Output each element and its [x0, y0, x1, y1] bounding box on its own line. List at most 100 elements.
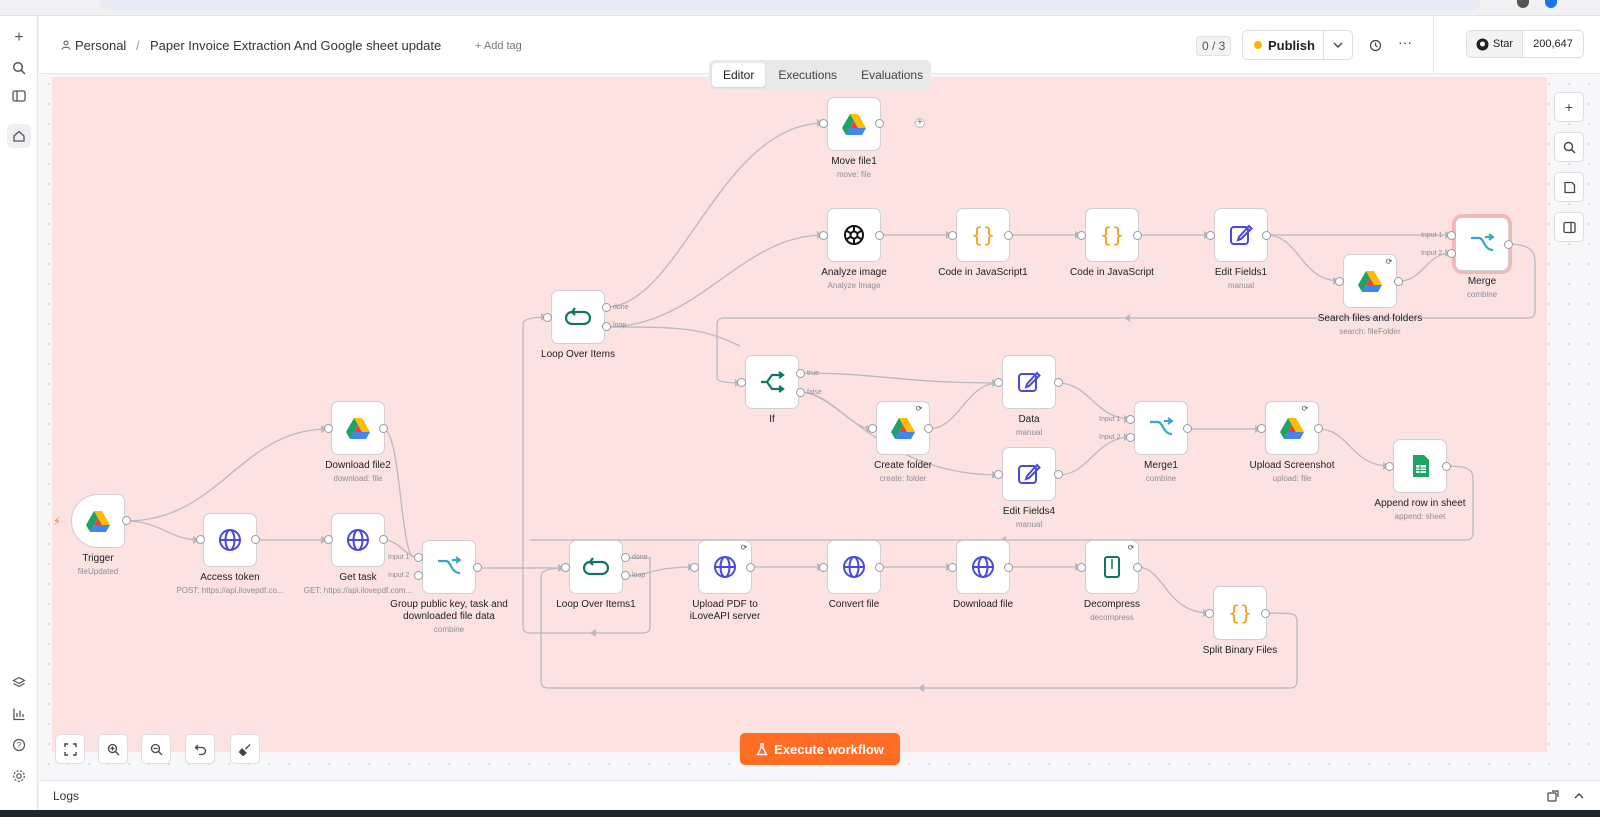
github-star-widget[interactable]: Star 200,647: [1466, 30, 1584, 58]
input-port[interactable]: [1447, 249, 1456, 258]
input-port[interactable]: [868, 424, 877, 433]
input-port[interactable]: [1335, 277, 1344, 286]
output-port[interactable]: [621, 571, 630, 580]
input-port[interactable]: [1077, 231, 1086, 240]
output-port[interactable]: [924, 424, 933, 433]
input-port[interactable]: [1385, 462, 1394, 471]
add-tag-link[interactable]: + Add tag: [475, 40, 522, 52]
output-port[interactable]: [251, 535, 260, 544]
output-port[interactable]: [875, 563, 884, 572]
workflow-title[interactable]: Paper Invoice Extraction And Google shee…: [150, 38, 441, 53]
output-port[interactable]: [621, 553, 630, 562]
help-icon[interactable]: ?: [7, 733, 31, 757]
input-port[interactable]: [1077, 563, 1086, 572]
input-port[interactable]: [1126, 433, 1135, 442]
input-port[interactable]: [1206, 231, 1215, 240]
node-loop-over-items[interactable]: [551, 290, 605, 344]
tidy-up-button[interactable]: [230, 734, 260, 764]
node-merge[interactable]: [1455, 217, 1509, 271]
output-port[interactable]: [875, 119, 884, 128]
zoom-out-button[interactable]: [141, 734, 171, 764]
node-upload-screenshot[interactable]: [1265, 401, 1319, 455]
node-code-javascript1[interactable]: [956, 208, 1010, 262]
output-port[interactable]: [1054, 378, 1063, 387]
output-port[interactable]: [746, 563, 755, 572]
input-port[interactable]: [414, 553, 423, 562]
zoom-in-button[interactable]: [98, 734, 128, 764]
sticky-note-button[interactable]: [1554, 172, 1584, 202]
input-port[interactable]: [196, 535, 205, 544]
input-port[interactable]: [994, 378, 1003, 387]
output-port[interactable]: [1004, 231, 1013, 240]
output-port[interactable]: [1394, 277, 1403, 286]
tab-executions[interactable]: Executions: [767, 63, 848, 87]
input-port[interactable]: [690, 563, 699, 572]
output-port[interactable]: [1314, 424, 1323, 433]
pop-out-icon[interactable]: [1547, 789, 1559, 807]
output-port[interactable]: [796, 388, 805, 397]
output-port[interactable]: [1183, 424, 1192, 433]
output-port[interactable]: [796, 369, 805, 378]
input-port[interactable]: [414, 571, 423, 580]
zoom-to-fit-button[interactable]: [55, 734, 85, 764]
node-merge1[interactable]: [1134, 401, 1188, 455]
output-port[interactable]: [1261, 609, 1270, 618]
node-convert-file[interactable]: [827, 540, 881, 594]
output-port[interactable]: [1133, 231, 1142, 240]
address-bar[interactable]: [100, 0, 1480, 10]
undo-button[interactable]: [185, 734, 215, 764]
input-port[interactable]: [1447, 231, 1456, 240]
node-get-task[interactable]: [331, 513, 385, 567]
input-port[interactable]: [737, 378, 746, 387]
node-analyze-image[interactable]: [827, 208, 881, 262]
output-port[interactable]: [602, 303, 611, 312]
input-port[interactable]: [819, 119, 828, 128]
panel-toggle-button[interactable]: [1554, 212, 1584, 242]
node-loop-over-items1[interactable]: [569, 540, 623, 594]
node-edit-fields4[interactable]: [1002, 447, 1056, 501]
input-port[interactable]: [1126, 415, 1135, 424]
search-nodes-button[interactable]: [1554, 132, 1584, 162]
insights-icon[interactable]: [7, 702, 31, 726]
home-icon[interactable]: [7, 124, 31, 148]
input-port[interactable]: [561, 563, 570, 572]
tab-evaluations[interactable]: Evaluations: [850, 63, 934, 87]
node-if[interactable]: [745, 355, 799, 409]
output-port[interactable]: [1054, 470, 1063, 479]
input-port[interactable]: [1257, 424, 1266, 433]
output-port[interactable]: [875, 231, 884, 240]
publish-dropdown-button[interactable]: [1323, 30, 1353, 60]
templates-icon[interactable]: [7, 671, 31, 695]
search-icon[interactable]: [7, 56, 31, 80]
add-icon[interactable]: +: [7, 26, 31, 50]
add-node-plus-icon[interactable]: +: [917, 117, 923, 128]
node-append-row[interactable]: [1393, 439, 1447, 493]
tab-editor[interactable]: Editor: [712, 63, 766, 87]
input-port[interactable]: [324, 424, 333, 433]
output-port[interactable]: [122, 516, 131, 525]
output-port[interactable]: [1262, 231, 1271, 240]
input-port[interactable]: [543, 313, 552, 322]
node-access-token[interactable]: [203, 513, 257, 567]
execute-workflow-button[interactable]: Execute workflow: [740, 733, 900, 765]
output-port[interactable]: [1442, 462, 1451, 471]
node-group-merge[interactable]: [422, 540, 476, 594]
input-port[interactable]: [948, 231, 957, 240]
history-icon[interactable]: [1366, 36, 1384, 54]
node-download-file2[interactable]: [331, 401, 385, 455]
more-options-icon[interactable]: ···: [1394, 34, 1416, 52]
logs-panel[interactable]: Logs: [39, 780, 1600, 810]
node-code-javascript[interactable]: [1085, 208, 1139, 262]
breadcrumb-project[interactable]: Personal: [75, 38, 126, 53]
input-port[interactable]: [948, 563, 957, 572]
node-download-file[interactable]: [956, 540, 1010, 594]
extension-icon[interactable]: [1517, 0, 1529, 8]
input-port[interactable]: [819, 231, 828, 240]
input-port[interactable]: [819, 563, 828, 572]
publish-button[interactable]: Publish: [1242, 30, 1324, 60]
output-port[interactable]: [1133, 563, 1142, 572]
profile-avatar[interactable]: [1545, 0, 1557, 8]
node-move-file1[interactable]: [827, 97, 881, 151]
output-port[interactable]: [602, 322, 611, 331]
node-edit-fields1[interactable]: [1214, 208, 1268, 262]
